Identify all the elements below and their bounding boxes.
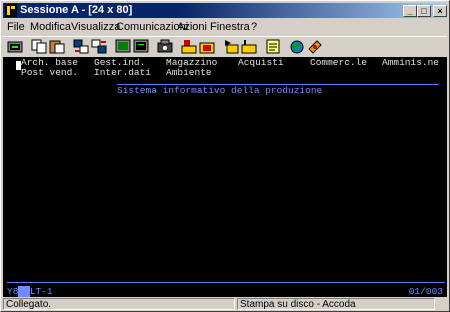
connection-status: Collegato. <box>3 298 235 310</box>
operator-info-area: Y8 LT-1 <box>7 286 53 297</box>
receive-file-icon[interactable] <box>91 39 107 54</box>
print-screen-icon[interactable] <box>7 39 23 54</box>
macro-stop-icon[interactable] <box>181 39 197 54</box>
menu-bar: File Modifica Visualizza Comunicazioni A… <box>3 19 447 35</box>
status-bar: Collegato. Stampa su disco - Accoda <box>3 298 447 311</box>
menu-option-ambiente[interactable]: Ambiente <box>166 67 212 78</box>
menu-azioni[interactable]: Azioni <box>177 21 207 33</box>
menu-option-amminisne[interactable]: Amminis.ne <box>382 57 439 68</box>
close-button[interactable]: × <box>433 5 447 17</box>
minimize-button[interactable]: _ <box>403 5 417 17</box>
print-status: Stampa su disco - Accoda <box>237 298 435 310</box>
emulator-window: Sessione A - [24 x 80] _ □ × File Modifi… <box>0 0 450 312</box>
notepad-icon[interactable] <box>265 39 281 54</box>
macro-play-icon[interactable] <box>199 39 215 54</box>
menu-option-post-vend[interactable]: Post vend. <box>21 67 78 78</box>
title-bar[interactable]: Sessione A - [24 x 80] _ □ × <box>3 3 447 18</box>
menu-option-commercle[interactable]: Commerc.le <box>310 57 367 68</box>
macro-record-icon[interactable] <box>157 39 173 54</box>
system-title: Sistema informativo della produzione <box>117 85 323 96</box>
menu-modifica[interactable]: Modifica <box>30 21 71 33</box>
oia-highlight <box>18 286 30 297</box>
menu-option-acquisti[interactable]: Acquisti <box>238 57 284 68</box>
menu-file[interactable]: File <box>7 21 25 33</box>
send-file-icon[interactable] <box>73 39 89 54</box>
globe-icon[interactable] <box>289 39 305 54</box>
oia-indicator: Y8 <box>7 286 19 297</box>
help-icon[interactable] <box>307 39 323 54</box>
window-title: Sessione A - [24 x 80] <box>20 4 133 16</box>
copy-icon[interactable] <box>31 39 47 54</box>
terminal-screen[interactable]: Arch. base Gest.ind. Magazzino Acquisti … <box>3 57 447 297</box>
macro-step-icon[interactable] <box>241 39 257 54</box>
menu-visualizza[interactable]: Visualizza <box>71 21 120 33</box>
app-icon <box>5 4 17 17</box>
oia-lt: LT-1 <box>29 286 53 297</box>
size-grip-icon[interactable] <box>437 298 447 310</box>
cursor-position: 01/003 <box>408 286 443 297</box>
menu-help[interactable]: ? <box>251 21 257 33</box>
display-icon[interactable] <box>133 39 149 54</box>
maximize-button[interactable]: □ <box>417 5 431 17</box>
macro-edit-icon[interactable] <box>223 39 239 54</box>
toolbar <box>3 36 447 58</box>
oia-separator <box>7 282 445 283</box>
menu-finestra[interactable]: Finestra <box>210 21 250 33</box>
display-setup-icon[interactable] <box>115 39 131 54</box>
menu-option-inter-dati[interactable]: Inter.dati <box>94 67 151 78</box>
paste-icon[interactable] <box>49 39 65 54</box>
